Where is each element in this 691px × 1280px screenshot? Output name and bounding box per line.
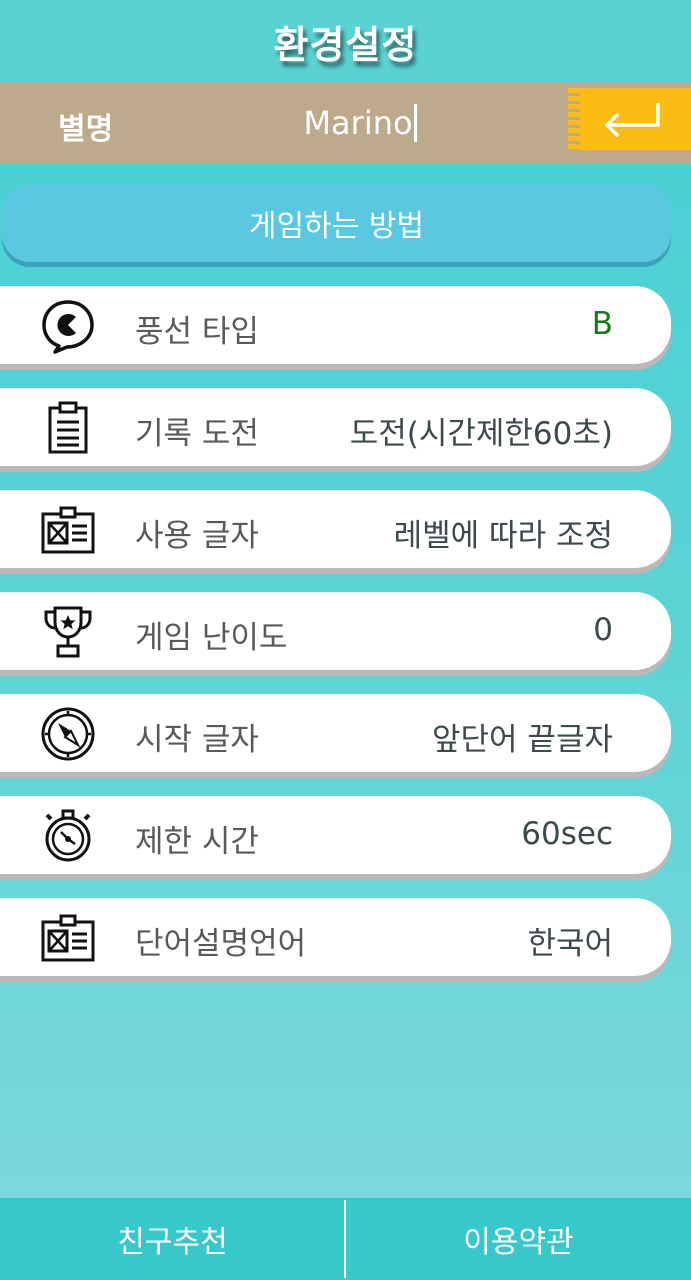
balloon-icon (42, 300, 94, 354)
setting-label: 시작 글자 (135, 722, 259, 758)
recommend-friend-label: 친구추천 (117, 1225, 228, 1260)
setting-label: 기록 도전 (135, 416, 259, 452)
enter-button[interactable] (568, 88, 691, 150)
how-to-play-button[interactable]: 게임하는 방법 (2, 184, 671, 262)
setting-label: 사용 글자 (135, 518, 259, 554)
setting-value: 앞단어 끝글자 (432, 722, 613, 758)
setting-value: B (591, 306, 613, 342)
page-title: 환경설정 (273, 22, 418, 67)
text-caret (413, 104, 417, 142)
setting-row-time-limit[interactable]: 제한 시간 60sec (0, 796, 671, 874)
trophy-icon (44, 606, 92, 658)
setting-value: 0 (593, 612, 613, 648)
setting-label: 제한 시간 (135, 824, 259, 860)
terms-of-use-button[interactable]: 이용약관 (346, 1198, 691, 1280)
clipboard-icon (48, 401, 88, 454)
id-card-icon (41, 914, 95, 962)
setting-row-difficulty[interactable]: 게임 난이도 0 (0, 592, 671, 670)
setting-value: 레벨에 따라 조정 (393, 518, 613, 554)
setting-row-letters-used[interactable]: 사용 글자 레벨에 따라 조정 (0, 490, 671, 568)
bottom-bar: 친구추천 이용약관 (0, 1198, 691, 1280)
id-card-icon (41, 506, 95, 554)
nickname-bar: 별명 Marino (0, 82, 691, 164)
setting-row-start-letter[interactable]: 시작 글자 앞단어 끝글자 (0, 694, 671, 772)
compass-icon (41, 707, 95, 761)
setting-label: 단어설명언어 (135, 926, 307, 962)
setting-row-balloon-type[interactable]: 풍선 타입 B (0, 286, 671, 364)
terms-of-use-label: 이용약관 (463, 1225, 574, 1260)
setting-value: 도전(시간제한60초) (349, 416, 613, 452)
enter-arrow-icon (604, 103, 660, 137)
setting-row-description-language[interactable]: 단어설명언어 한국어 (0, 898, 671, 976)
nickname-input[interactable]: Marino (150, 94, 570, 152)
nickname-value: Marino (303, 104, 413, 142)
setting-row-record-challenge[interactable]: 기록 도전 도전(시간제한60초) (0, 388, 671, 466)
setting-label: 게임 난이도 (135, 620, 288, 656)
how-to-play-label: 게임하는 방법 (248, 209, 425, 244)
zigzag-edge (568, 88, 580, 150)
nickname-label: 별명 (58, 112, 114, 147)
setting-value: 한국어 (527, 926, 613, 962)
stopwatch-icon (45, 809, 91, 862)
setting-value: 60sec (521, 816, 613, 852)
setting-label: 풍선 타입 (135, 314, 259, 350)
title-bar: 환경설정 (0, 0, 691, 82)
recommend-friend-button[interactable]: 친구추천 (0, 1198, 345, 1280)
